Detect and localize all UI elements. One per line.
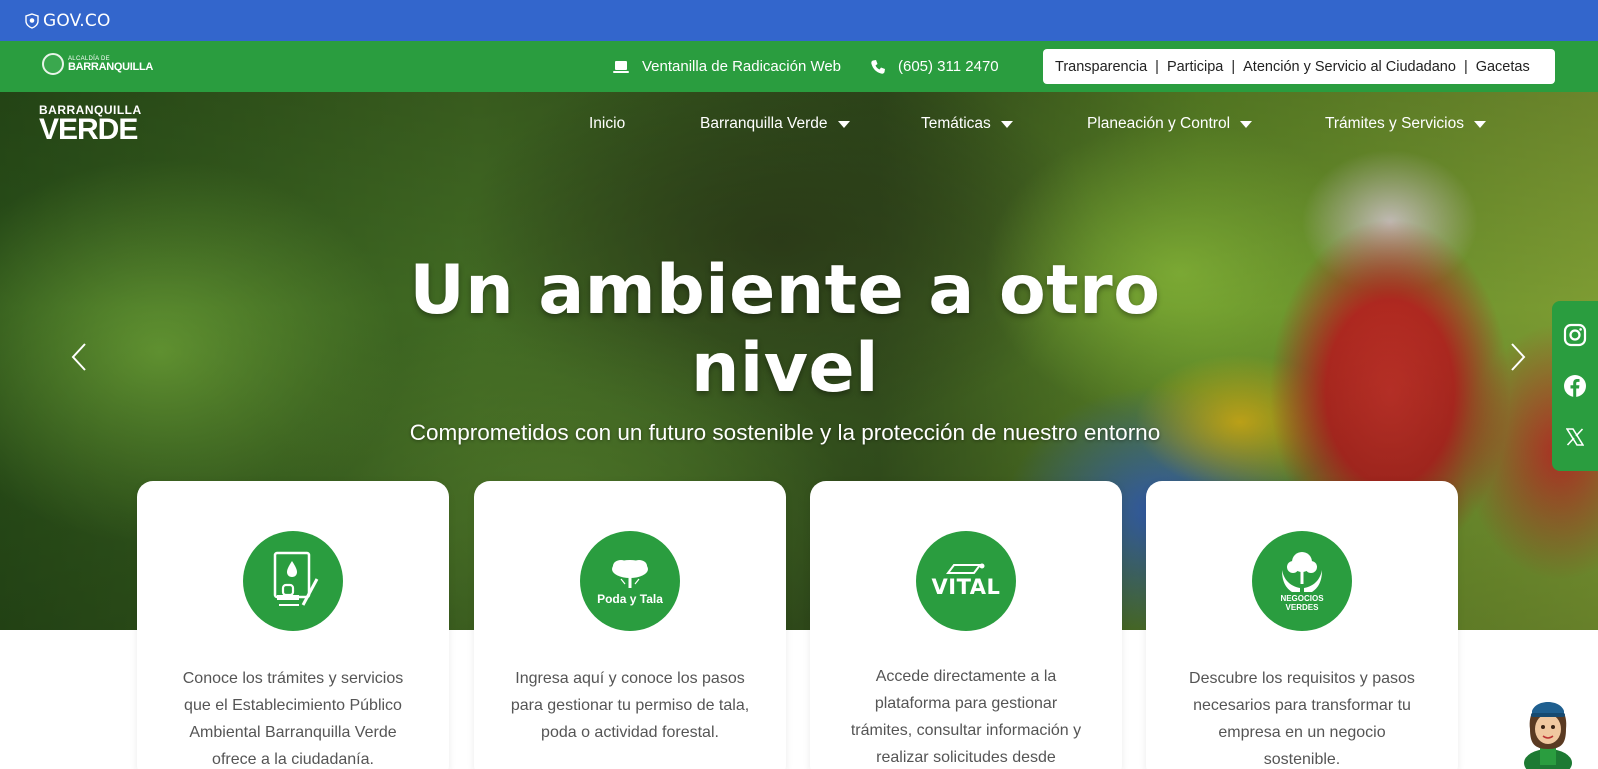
phone-link[interactable]: (605) 311 2470 <box>870 41 999 92</box>
ventanilla-label: Ventanilla de Radicación Web <box>642 58 842 75</box>
card-description: Descubre los requisitos y pasos necesari… <box>1189 670 1415 768</box>
separator: | <box>1463 58 1468 75</box>
nav-item-inicio[interactable]: Inicio <box>589 112 625 136</box>
participa-link[interactable]: Participa <box>1167 59 1223 75</box>
document-stamp-icon <box>243 531 343 631</box>
phone-icon <box>871 59 885 74</box>
alcaldia-seal-icon <box>42 53 64 75</box>
hands-tree-icon: NEGOCIOS VERDES <box>1252 531 1352 631</box>
nav-label: Barranquilla Verde <box>700 115 828 132</box>
social-sidebar <box>1552 301 1598 471</box>
x-icon[interactable] <box>1562 424 1588 450</box>
hero-subtitle: Comprometidos con un futuro sostenible y… <box>409 420 1161 445</box>
card-description: Accede directamente a la plataforma para… <box>850 668 1082 766</box>
nav-item-tematicas[interactable]: Temáticas <box>921 112 1013 136</box>
gov-bar: GOV.CO <box>0 0 1598 41</box>
nav-label: Inicio <box>589 115 626 132</box>
hero-title: Un ambiente a otro nivel <box>409 251 1161 408</box>
badge-label: Poda y Tala <box>597 591 663 606</box>
caret-down-icon <box>1000 120 1013 128</box>
nav-item-barranquilla-verde[interactable]: Barranquilla Verde <box>700 112 850 136</box>
card-poda-tala[interactable]: Poda y Tala Ingresa aquí y conoce los pa… <box>474 481 786 769</box>
nav-item-tramites[interactable]: Trámites y Servicios <box>1325 112 1486 136</box>
caret-down-icon <box>837 120 850 128</box>
utility-bar: ALCALDÍA DE BARRANQUILLA Ventanilla de R… <box>0 41 1598 92</box>
nav-label: Trámites y Servicios <box>1325 115 1464 132</box>
barranquilla-verde-logo[interactable]: BARRANQUILLA VERDE <box>39 104 142 145</box>
chatbot-avatar-icon[interactable] <box>1522 693 1574 769</box>
alcaldia-logo[interactable]: ALCALDÍA DE BARRANQUILLA <box>42 53 153 75</box>
separator: | <box>1231 58 1236 75</box>
instagram-icon[interactable] <box>1562 322 1588 348</box>
utility-links-box: Transparencia | Participa | Atención y S… <box>1043 49 1555 84</box>
card-description: Conoce los trámites y servicios que el E… <box>182 670 404 768</box>
alcaldia-big-text: BARRANQUILLA <box>68 60 154 73</box>
atencion-link[interactable]: Atención y Servicio al Ciudadano <box>1243 59 1456 75</box>
card-negocios-verdes[interactable]: NEGOCIOS VERDES Descubre los requisitos … <box>1146 481 1458 769</box>
facebook-icon[interactable] <box>1562 373 1588 399</box>
page: GOV.CO ALCALDÍA DE BARRANQUILLA Ventanil… <box>0 0 1598 769</box>
badge-label: VITAL <box>931 575 1001 599</box>
vital-logo-icon: VITAL <box>916 531 1016 631</box>
ventanilla-link[interactable]: Ventanilla de Radicación Web <box>612 41 841 92</box>
caret-down-icon <box>1240 120 1253 128</box>
nav-label: Temáticas <box>921 115 991 132</box>
laptop-icon <box>613 60 629 73</box>
carousel-next-icon[interactable] <box>1505 342 1529 372</box>
gacetas-link[interactable]: Gacetas <box>1476 59 1530 75</box>
gov-shield-icon <box>25 12 39 29</box>
caret-down-icon <box>1473 120 1486 128</box>
phone-number: (605) 311 2470 <box>898 58 999 75</box>
card-description: Ingresa aquí y conoce los pasos para ges… <box>510 670 750 741</box>
nav-item-planeacion[interactable]: Planeación y Control <box>1087 112 1253 136</box>
badge-label: NEGOCIOS VERDES <box>1280 594 1324 612</box>
separator: | <box>1155 58 1159 75</box>
logo-line-2: VERDE <box>39 113 138 146</box>
carousel-prev-icon[interactable] <box>68 342 92 372</box>
card-tramites[interactable]: Conoce los trámites y servicios que el E… <box>137 481 449 769</box>
nav-label: Planeación y Control <box>1087 115 1231 132</box>
gov-co-link[interactable]: GOV.CO <box>43 11 111 31</box>
transparencia-link[interactable]: Transparencia <box>1055 59 1147 75</box>
tree-icon: Poda y Tala <box>580 531 680 631</box>
card-vital[interactable]: VITAL Accede directamente a la plataform… <box>810 481 1122 769</box>
